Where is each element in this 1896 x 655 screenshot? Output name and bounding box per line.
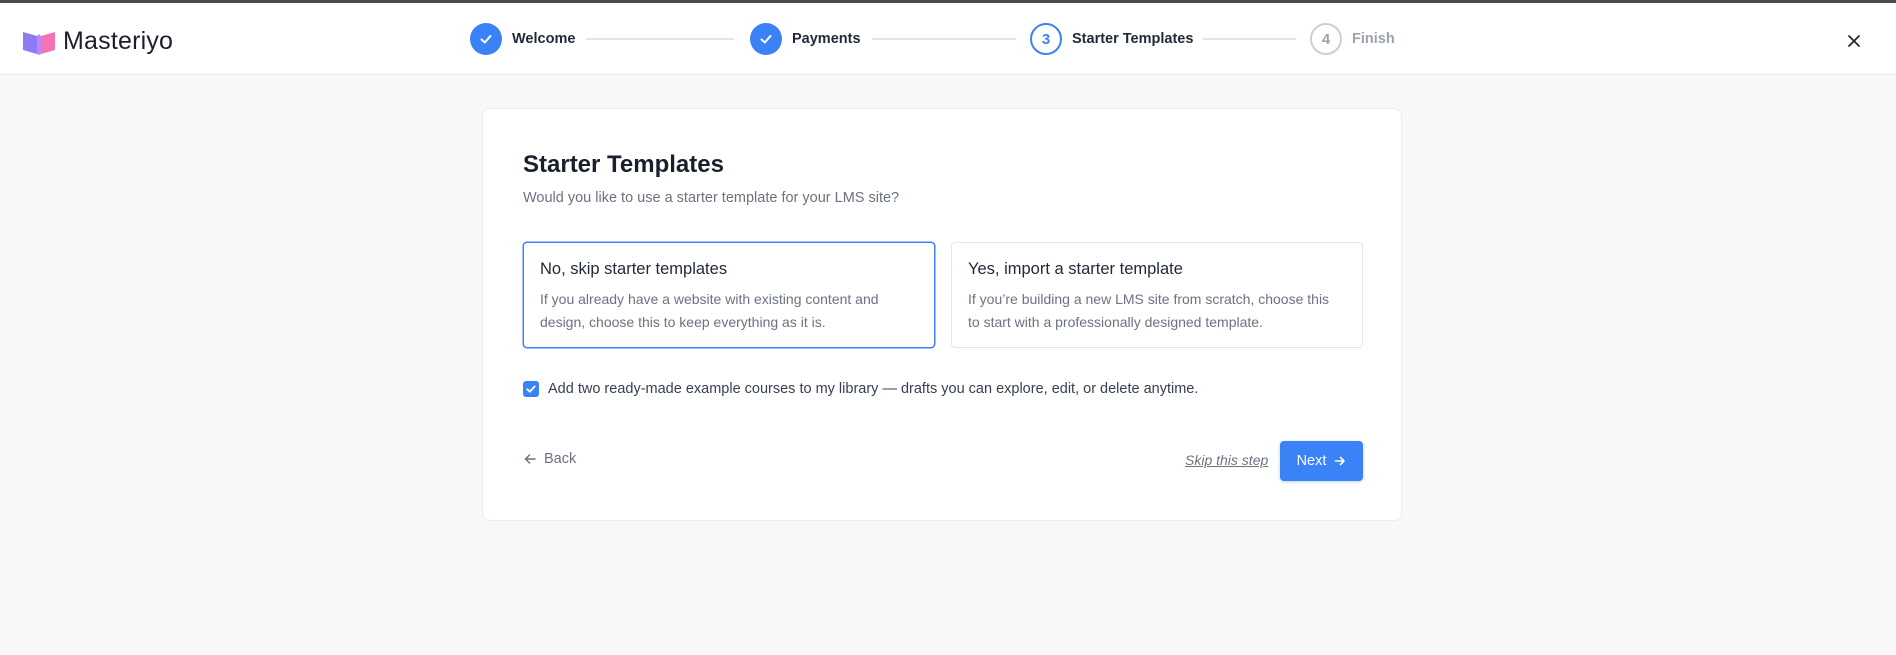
brand-name: Masteriyo — [63, 27, 174, 55]
step-welcome[interactable]: Welcome — [470, 22, 575, 56]
close-icon — [1848, 35, 1860, 47]
starter-templates-card: Starter Templates Would you like to use … — [482, 108, 1402, 521]
step-welcome-label: Welcome — [512, 31, 576, 47]
check-icon — [760, 35, 772, 44]
back-button-label: Back — [544, 451, 577, 467]
option-import-template[interactable]: Yes, import a starter template If you’re… — [951, 242, 1363, 348]
setup-stepper: Welcome Payments 3 Starter Templates 4 F… — [470, 22, 1395, 56]
step-connector — [586, 38, 734, 40]
option-import-description: If you’re building a new LMS site from s… — [968, 291, 1330, 330]
page-subtitle: Would you like to use a starter template… — [523, 190, 900, 206]
option-skip-description: If you already have a website with exist… — [540, 291, 879, 330]
step-payments[interactable]: Payments — [750, 22, 861, 56]
skip-step-link[interactable]: Skip this step — [1185, 452, 1268, 468]
option-skip-templates[interactable]: No, skip starter templates If you alread… — [523, 242, 935, 348]
step-starter-templates[interactable]: 3 Starter Templates — [1030, 22, 1193, 56]
step-connector — [872, 38, 1016, 40]
step-finish-label: Finish — [1352, 31, 1395, 47]
back-button[interactable]: Back — [523, 451, 576, 467]
step-welcome-check — [470, 23, 502, 55]
step-payments-check — [750, 23, 782, 55]
step-payments-label: Payments — [792, 31, 861, 47]
step-finish-number: 4 — [1310, 23, 1342, 55]
example-courses-checkbox-row[interactable]: Add two ready-made example courses to my… — [523, 381, 1198, 397]
arrow-right-icon — [1334, 455, 1346, 467]
example-courses-label: Add two ready-made example courses to my… — [548, 381, 1199, 397]
arrow-left-icon — [524, 454, 536, 464]
check-icon — [480, 35, 492, 44]
step-connector — [1203, 38, 1296, 40]
close-button[interactable] — [1842, 29, 1866, 53]
book-logo-icon — [23, 31, 55, 55]
option-skip-title: No, skip starter templates — [540, 260, 728, 278]
step-starter-templates-number: 3 — [1030, 23, 1062, 55]
brand-logo[interactable]: Masteriyo — [22, 27, 173, 56]
option-import-title: Yes, import a starter template — [968, 260, 1183, 278]
step-finish[interactable]: 4 Finish — [1310, 22, 1395, 56]
next-button-label: Next — [1296, 453, 1327, 469]
check-icon — [526, 385, 536, 393]
example-courses-checkbox[interactable] — [523, 381, 539, 397]
header-bar: Masteriyo Welcome Payments 3 Starter Tem… — [0, 3, 1896, 75]
page-title: Starter Templates — [523, 151, 724, 178]
step-starter-templates-label: Starter Templates — [1072, 31, 1194, 47]
next-button[interactable]: Next — [1280, 441, 1363, 481]
